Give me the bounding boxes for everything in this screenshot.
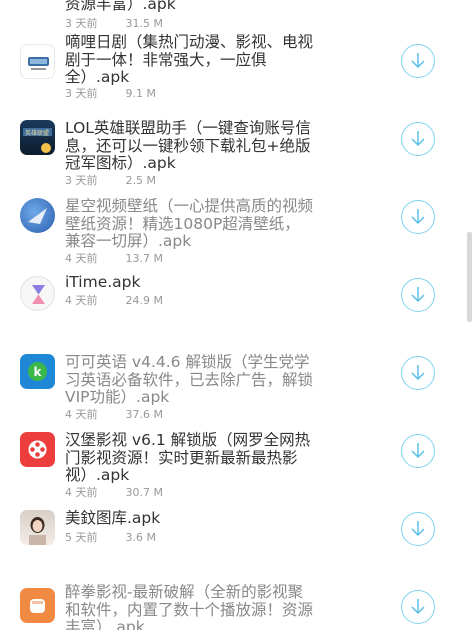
download-button[interactable] xyxy=(401,512,435,546)
file-time: 4 天前 xyxy=(65,294,98,307)
list-item[interactable]: iTime.apk 4 天前 24.9 M xyxy=(0,258,472,336)
download-button[interactable] xyxy=(401,434,435,468)
download-button[interactable] xyxy=(401,356,435,390)
scrollbar[interactable] xyxy=(467,232,472,322)
list-item[interactable]: k 可可英语 v4.4.6 解锁版（学生党学习英语必备软件，已去除广告，解锁VI… xyxy=(0,336,472,421)
download-arrow-icon xyxy=(411,53,425,69)
diliriju-app-icon xyxy=(20,44,55,79)
file-size: 9.1 M xyxy=(125,87,156,100)
download-button[interactable] xyxy=(401,200,435,234)
file-title[interactable]: iTime.apk xyxy=(65,273,315,292)
file-size: 24.9 M xyxy=(125,294,163,307)
file-title[interactable]: 醉拳影视-最新破解（全新的影视聚和软件，内置了数十个播放源！资源丰富）.apk xyxy=(65,583,315,630)
file-title[interactable]: 星空视频壁纸（一心提供高质的视频壁纸资源！精选1080P超清壁纸，兼容一切屏）.… xyxy=(65,197,315,251)
keke-english-app-icon: k xyxy=(20,354,55,389)
svg-text:k: k xyxy=(34,365,43,379)
list-item[interactable]: 汉堡影视 v6.1 解锁版（网罗全网热门影视资源！实时更新最新最热影视）.apk… xyxy=(0,414,472,499)
file-time: 3 天前 xyxy=(65,87,98,100)
list-item[interactable]: 英雄联盟 LOL英雄联盟助手（一键查询账号信息，还可以一键秒领下载礼包+绝版冠军… xyxy=(0,102,472,187)
download-arrow-icon xyxy=(411,131,425,147)
hourglass-app-icon xyxy=(20,276,55,311)
file-meta: 5 天前 3.6 M xyxy=(65,531,156,544)
download-arrow-icon xyxy=(411,287,425,303)
download-arrow-icon xyxy=(411,209,425,225)
list-item[interactable]: 嘀哩日剧（集热门动漫、影视、电视剧于一体！非常强大，一应俱全）.apk 3 天前… xyxy=(0,33,472,102)
file-list: 资源丰富）.apk 3 天前 31.5 M 嘀哩日剧（集热门动漫、影视、电视剧于一… xyxy=(0,0,472,630)
xingkong-wallpaper-app-icon xyxy=(20,198,55,233)
file-meta: 4 天前 24.9 M xyxy=(65,294,163,307)
file-title[interactable]: 资源丰富）.apk xyxy=(65,0,315,14)
file-meta: 3 天前 31.5 M xyxy=(65,17,163,30)
list-item[interactable]: 醉拳影视-最新破解（全新的影视聚和软件，内置了数十个播放源！资源丰富）.apk xyxy=(0,570,472,630)
file-title[interactable]: 可可英语 v4.4.6 解锁版（学生党学习英语必备软件，已去除广告，解锁VIP功… xyxy=(65,353,315,407)
photo-gallery-app-icon xyxy=(20,510,55,545)
fist-video-app-icon xyxy=(20,588,55,623)
download-button[interactable] xyxy=(401,590,435,624)
svg-text:英雄联盟: 英雄联盟 xyxy=(25,129,49,137)
file-time: 3 天前 xyxy=(65,17,98,30)
list-item[interactable]: 星空视频壁纸（一心提供高质的视频壁纸资源！精选1080P超清壁纸，兼容一切屏）.… xyxy=(0,180,472,265)
file-title[interactable]: 汉堡影视 v6.1 解锁版（网罗全网热门影视资源！实时更新最新最热影视）.apk xyxy=(65,431,315,485)
file-size: 3.6 M xyxy=(125,531,156,544)
file-meta: 3 天前 9.1 M xyxy=(65,87,156,100)
download-arrow-icon xyxy=(411,521,425,537)
file-title[interactable]: 美鈫图库.apk xyxy=(65,509,315,528)
list-item[interactable]: 美鈫图库.apk 5 天前 3.6 M xyxy=(0,492,472,570)
hanbao-video-app-icon xyxy=(20,432,55,467)
download-arrow-icon xyxy=(411,599,425,615)
download-button[interactable] xyxy=(401,44,435,78)
download-arrow-icon xyxy=(411,443,425,459)
file-time: 5 天前 xyxy=(65,531,98,544)
file-size: 31.5 M xyxy=(125,17,163,30)
lol-helper-app-icon: 英雄联盟 xyxy=(20,120,55,155)
file-title[interactable]: LOL英雄联盟助手（一键查询账号信息，还可以一键秒领下载礼包+绝版冠军图标）.a… xyxy=(65,119,315,173)
file-title[interactable]: 嘀哩日剧（集热门动漫、影视、电视剧于一体！非常强大，一应俱全）.apk xyxy=(65,33,315,87)
download-arrow-icon xyxy=(411,365,425,381)
download-button[interactable] xyxy=(401,122,435,156)
download-button[interactable] xyxy=(401,278,435,312)
